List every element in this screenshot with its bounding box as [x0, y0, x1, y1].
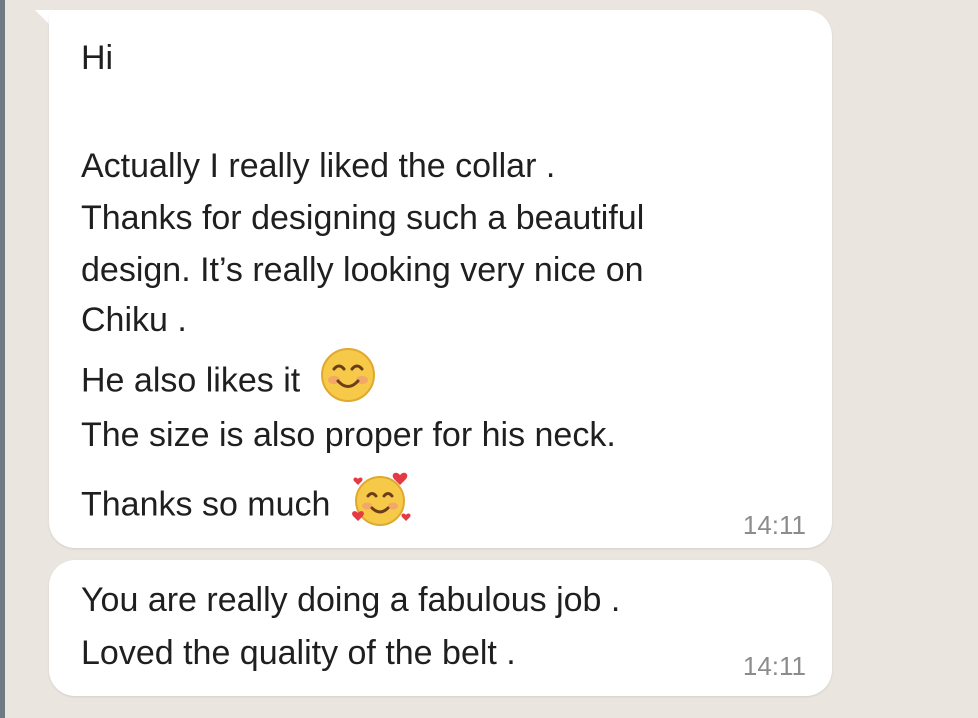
chat-area: Hi Actually I really liked the collar . …	[5, 0, 978, 718]
message-bubble[interactable]: Hi Actually I really liked the collar . …	[49, 10, 832, 548]
message-text-line: You are really doing a fabulous job .	[81, 581, 621, 619]
smiling-face-icon	[320, 347, 376, 412]
message-text-line: The size is also proper for his neck.	[81, 416, 616, 454]
message-text-line: Chiku .	[81, 301, 187, 339]
message-timestamp: 14:11	[742, 510, 806, 540]
message-text-line-with-emoji: He also likes it	[81, 348, 376, 412]
message-text-line: Hi	[81, 39, 114, 77]
message-timestamp: 14:11	[742, 651, 806, 681]
message-bubble[interactable]: You are really doing a fabulous job . Lo…	[49, 560, 832, 696]
message-text-line: Thanks for designing such a beautiful	[81, 199, 645, 237]
message-text: He also likes it	[81, 361, 301, 400]
message-text: Thanks so much	[81, 485, 331, 524]
message-text-line-with-emoji: Thanks so much	[81, 472, 412, 538]
smiling-face-with-hearts-icon	[350, 469, 412, 538]
message-text-line: Actually I really liked the collar .	[81, 147, 556, 185]
message-text-line: Loved the quality of the belt .	[81, 634, 516, 672]
message-text-line: design. It’s really looking very nice on	[81, 251, 644, 289]
